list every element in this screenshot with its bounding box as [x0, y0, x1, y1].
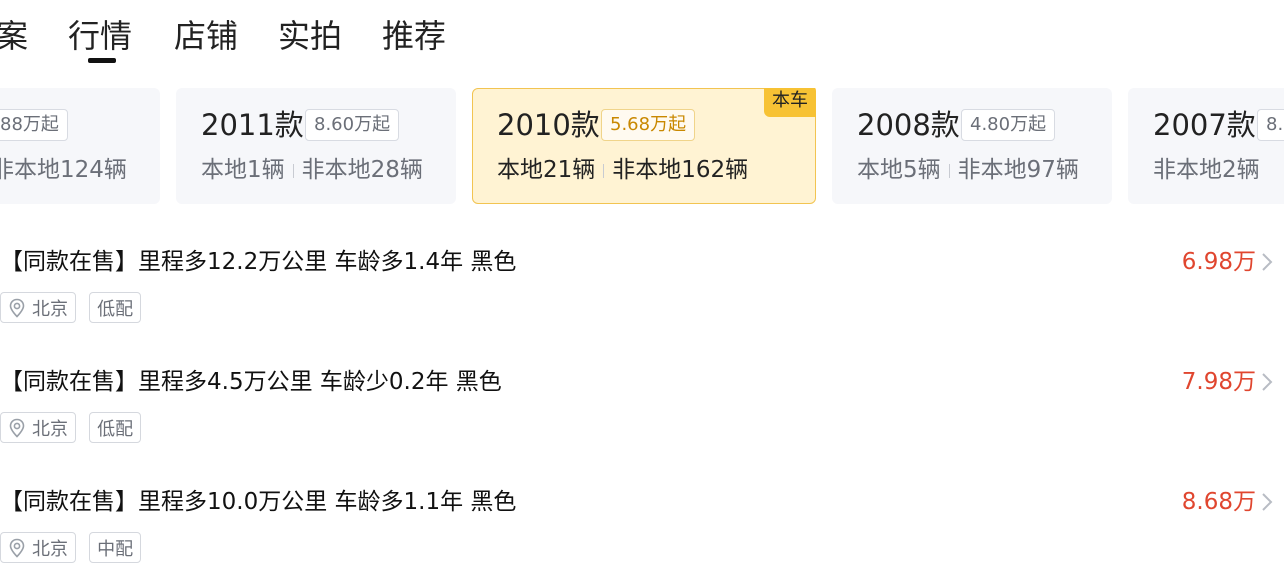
nonlocal-count: 非本地28辆	[301, 157, 423, 183]
listing-row[interactable]: 【同款在售】里程多4.5万公里 车龄少0.2年 黑色 7.98万 北京 低配	[0, 360, 1284, 460]
listing-row[interactable]: 【同款在售】里程多10.0万公里 车龄多1.1年 黑色 8.68万 北京 中配	[0, 480, 1284, 564]
local-count: 本地1辆	[201, 157, 285, 183]
tab-store[interactable]: 店铺	[174, 14, 238, 58]
year-card[interactable]: 88万起 非本地124辆	[0, 88, 160, 204]
year-card-price: 5.68万起	[601, 109, 696, 141]
listing-price: 7.98万	[1181, 369, 1256, 395]
active-tab-indicator	[88, 58, 116, 63]
stat-divider	[948, 163, 950, 178]
year-card-year: 2007款	[1153, 108, 1256, 142]
listing-tags: 北京 低配	[0, 292, 149, 324]
listing-title: 【同款在售】里程多10.0万公里 车龄多1.1年 黑色	[0, 489, 517, 515]
year-card[interactable]: 2011款 8.60万起 本地1辆 非本地28辆	[176, 88, 456, 204]
year-card-year: 2008款	[857, 108, 960, 142]
year-card-stats: 本地5辆 非本地97辆	[857, 153, 1079, 187]
listing-title: 【同款在售】里程多12.2万公里 车龄多1.4年 黑色	[0, 249, 517, 275]
stat-divider	[603, 163, 605, 178]
year-card[interactable]: 2008款 4.80万起 本地5辆 非本地97辆	[832, 88, 1112, 204]
year-card-year: 2011款	[201, 108, 304, 142]
trim-tag: 中配	[89, 532, 142, 563]
tab-archive[interactable]: 案	[0, 14, 28, 58]
year-card-price: 8.60万起	[305, 109, 400, 141]
nonlocal-count: 非本地124辆	[0, 157, 127, 183]
location-tag: 北京	[0, 532, 76, 563]
nonlocal-count: 非本地2辆	[1153, 157, 1260, 183]
tab-recommend[interactable]: 推荐	[382, 14, 446, 58]
year-card-stats: 本地21辆 非本地162辆	[497, 153, 748, 187]
tab-photos[interactable]: 实拍	[278, 14, 342, 58]
trim-tag: 低配	[89, 292, 142, 323]
nonlocal-count: 非本地97辆	[957, 157, 1079, 183]
year-card-price: 4.80万起	[961, 109, 1056, 141]
year-card[interactable]: 2007款 8.4 非本地2辆	[1128, 88, 1284, 204]
trim-tag: 低配	[89, 412, 142, 443]
location-pin-icon	[9, 418, 25, 438]
stat-divider	[292, 163, 294, 178]
location-city: 北京	[32, 538, 68, 560]
listing-title: 【同款在售】里程多4.5万公里 车龄少0.2年 黑色	[0, 369, 502, 395]
local-count: 本地5辆	[857, 157, 941, 183]
chevron-right-icon	[1262, 373, 1273, 391]
year-card-year: 2010款	[497, 108, 600, 142]
nonlocal-count: 非本地162辆	[612, 157, 749, 183]
chevron-right-icon	[1262, 493, 1273, 511]
location-city: 北京	[32, 418, 68, 440]
listing-price: 8.68万	[1181, 489, 1256, 515]
listing-price: 6.98万	[1181, 249, 1256, 275]
year-card-current[interactable]: 2010款 5.68万起 本地21辆 非本地162辆 本车	[472, 88, 816, 204]
year-card-stats: 非本地2辆	[1153, 153, 1260, 187]
tab-bar: 案 行情 店铺 实拍 推荐	[0, 0, 1284, 70]
location-tag: 北京	[0, 412, 76, 443]
tab-market[interactable]: 行情	[68, 14, 132, 58]
listing-tags: 北京 中配	[0, 532, 149, 564]
model-year-carousel: 88万起 非本地124辆 2011款 8.60万起 本地1辆 非本地28辆 201…	[0, 88, 1284, 204]
listing-row[interactable]: 【同款在售】里程多12.2万公里 车龄多1.4年 黑色 6.98万 北京 低配	[0, 240, 1284, 340]
year-card-price: 88万起	[0, 109, 68, 141]
year-card-stats: 非本地124辆	[0, 153, 127, 187]
chevron-right-icon	[1262, 253, 1273, 271]
current-car-badge: 本车	[764, 88, 816, 117]
year-card-price: 8.4	[1257, 109, 1284, 141]
listing-tags: 北京 低配	[0, 412, 149, 444]
location-tag: 北京	[0, 292, 76, 323]
location-pin-icon	[9, 298, 25, 318]
location-city: 北京	[32, 298, 68, 320]
year-card-stats: 本地1辆 非本地28辆	[201, 153, 423, 187]
location-pin-icon	[9, 538, 25, 558]
local-count: 本地21辆	[497, 157, 596, 183]
